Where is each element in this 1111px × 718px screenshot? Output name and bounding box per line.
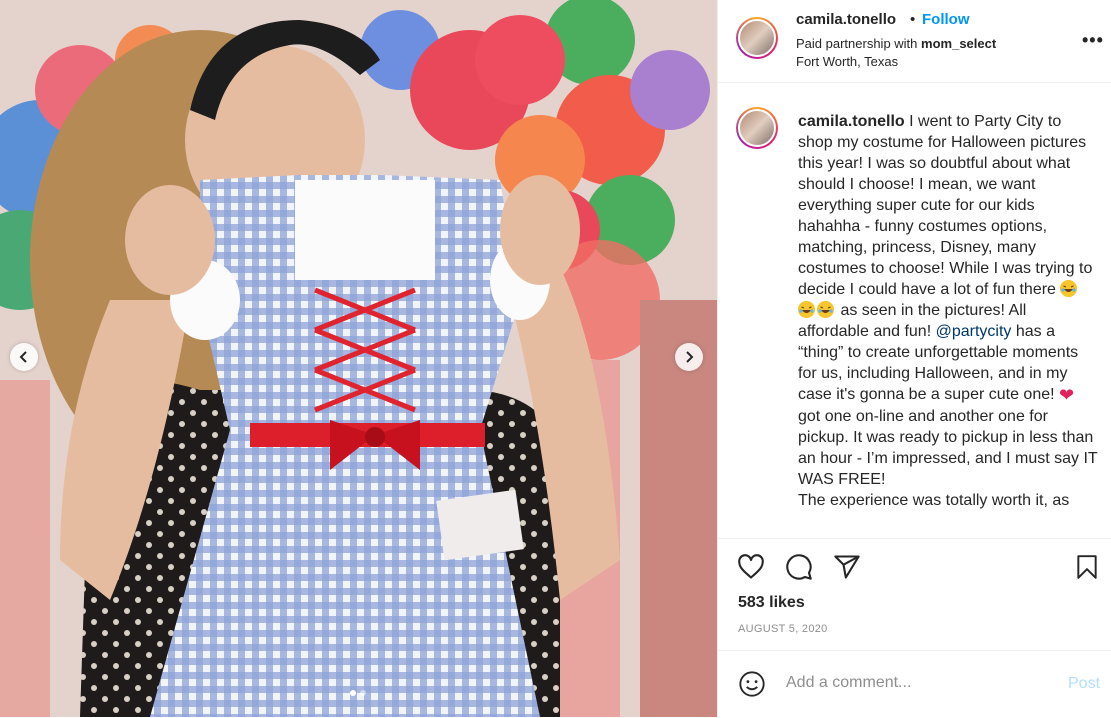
post-header: camila.tonello • Follow Paid partnership… xyxy=(718,0,1111,83)
save-bookmark-icon[interactable] xyxy=(1074,553,1100,581)
chevron-right-icon xyxy=(686,351,694,363)
carousel-dot xyxy=(360,690,366,696)
post-comment-button[interactable]: Post xyxy=(1068,675,1100,693)
comment-bar: Post xyxy=(718,650,1111,718)
comment-input[interactable] xyxy=(784,673,1048,693)
caption-area: camila.tonello I went to Party City to s… xyxy=(718,83,1111,535)
heart-emoji-icon: ❤ xyxy=(1059,385,1075,405)
comment-bubble-icon[interactable] xyxy=(784,553,814,581)
carousel-prev-button[interactable] xyxy=(10,343,38,371)
likes-count[interactable]: 583 likes xyxy=(738,594,805,612)
caption-part-5: The experience was totally worth it, as xyxy=(798,492,1070,509)
avatar[interactable] xyxy=(736,17,778,59)
laughing-emoji-icon-2 xyxy=(798,301,815,318)
mention-link[interactable]: @partycity xyxy=(936,323,1012,340)
laughing-emoji-icon-3 xyxy=(817,301,834,318)
separator-bullet: • xyxy=(910,11,916,28)
like-heart-icon[interactable] xyxy=(736,553,766,581)
photo-illustration xyxy=(0,0,717,717)
post-photo[interactable] xyxy=(0,0,717,717)
laughing-emoji-icon-1 xyxy=(1060,280,1078,297)
caption-part-4: got one on-line and another one for pick… xyxy=(798,408,1098,488)
share-paper-plane-icon[interactable] xyxy=(832,553,862,581)
chevron-left-icon xyxy=(19,351,27,363)
post-date: AUGUST 5, 2020 xyxy=(738,623,828,635)
caption-avatar[interactable] xyxy=(736,107,778,149)
paid-partnership-label: Paid partnership with xyxy=(796,36,918,51)
follow-button[interactable]: Follow xyxy=(922,11,970,28)
paid-partnership: Paid partnership with mom_select xyxy=(796,36,996,51)
caption-username[interactable]: camila.tonello xyxy=(798,113,905,130)
post-actions: 583 likes AUGUST 5, 2020 xyxy=(718,538,1111,649)
partner-link[interactable]: mom_select xyxy=(921,36,996,51)
caption-text: camila.tonello I went to Party City to s… xyxy=(798,111,1098,511)
carousel-next-button[interactable] xyxy=(675,343,703,371)
location-link[interactable]: Fort Worth, Texas xyxy=(796,54,898,69)
header-username[interactable]: camila.tonello xyxy=(796,11,896,28)
carousel-dot-active xyxy=(350,690,356,696)
more-options-icon[interactable]: ••• xyxy=(1082,30,1104,51)
carousel-indicator xyxy=(350,690,366,696)
post-sidebar: camila.tonello • Follow Paid partnership… xyxy=(717,0,1111,717)
caption-part-1: I went to Party City to shop my costume … xyxy=(798,113,1093,298)
emoji-smile-icon[interactable] xyxy=(738,670,766,698)
